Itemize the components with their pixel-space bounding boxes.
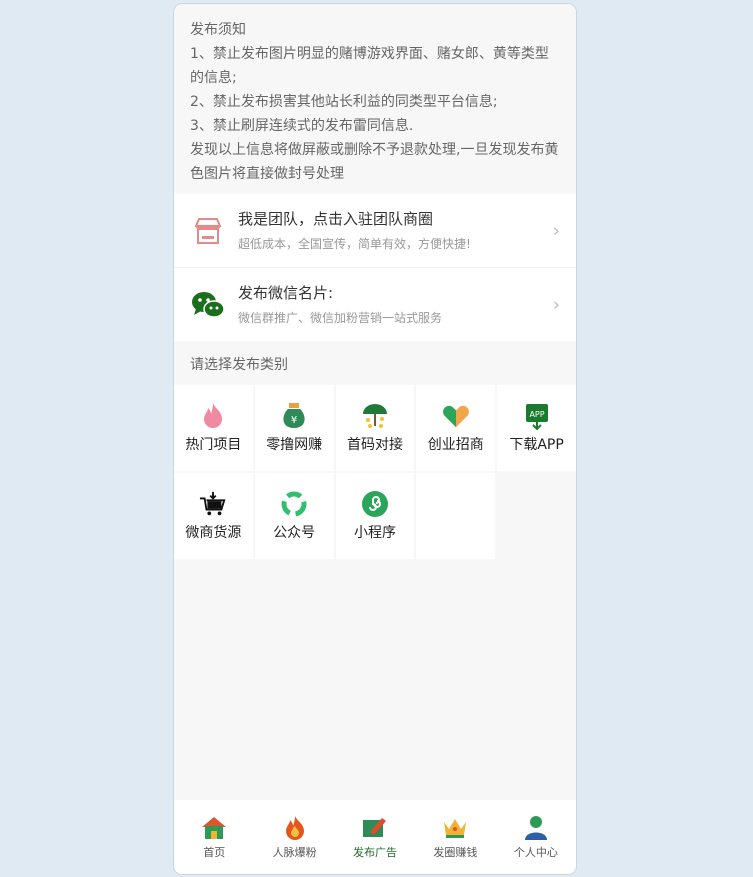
entry-subtitle: 微信群推广、微信加粉营销一站式服务 (238, 310, 443, 325)
svg-text:¥: ¥ (291, 415, 297, 426)
grid-filler (416, 473, 496, 559)
tab-label: 发圈赚钱 (433, 845, 478, 859)
app-screen: 发布须知 1、禁止发布图片明显的赌博游戏界面、赌女郎、黄等类型的信息; 2、禁止… (174, 4, 576, 874)
category-label: 小程序 (353, 525, 396, 541)
category-label: 下载APP (509, 437, 564, 453)
crown-icon (442, 815, 468, 841)
entry-title: 发布微信名片: (238, 283, 334, 302)
grid-empty (497, 473, 576, 559)
category-label: 微商货源 (185, 525, 242, 541)
wechat-card-entry[interactable]: 发布微信名片: 微信群推广、微信加粉营销一站式服务 › (174, 268, 576, 341)
coin-tree-icon (361, 402, 389, 430)
notice-line: 发现以上信息将做屏蔽或删除不予退款处理,一旦发现发布黄色图片将直接做封号处理 (190, 142, 559, 182)
notice-title: 发布须知 (190, 22, 246, 38)
cart-icon (199, 490, 227, 518)
publish-notice: 发布须知 1、禁止发布图片明显的赌博游戏界面、赌女郎、黄等类型的信息; 2、禁止… (174, 4, 576, 194)
entry-subtitle: 超低成本，全国宣传，简单有效，方便快捷! (238, 236, 471, 251)
notice-line: 3、禁止刷屏连续式的发布雷同信息. (190, 118, 414, 134)
mini-program-icon (361, 490, 389, 518)
category-label: 首码对接 (346, 437, 403, 453)
tab-label: 发布广告 (353, 845, 398, 859)
handshake-heart-icon (442, 402, 470, 430)
flame-icon (199, 402, 227, 430)
tab-home[interactable]: 首页 (174, 800, 254, 874)
tab-label: 个人中心 (513, 845, 558, 859)
category-grid: 热门项目 ¥ 零撸网赚 首码对接 创业招商 APP 下载APP 微商货源 公众号… (174, 385, 576, 559)
category-first-code[interactable]: 首码对接 (335, 385, 415, 471)
tab-label: 人脉爆粉 (272, 845, 317, 859)
fire-icon (282, 815, 308, 841)
money-bag-icon: ¥ (280, 402, 308, 430)
category-download-app[interactable]: APP 下载APP (497, 385, 576, 471)
team-entry[interactable]: 我是团队，点击入驻团队商圈 超低成本，全国宣传，简单有效，方便快捷! › (174, 194, 576, 268)
store-icon (190, 213, 226, 249)
home-icon (201, 815, 227, 841)
category-label: 公众号 (273, 525, 316, 541)
app-download-icon: APP (523, 402, 551, 430)
tab-publish-ad[interactable]: 发布广告 (335, 800, 415, 874)
chevron-right-icon: › (552, 294, 560, 315)
svg-text:APP: APP (529, 410, 544, 419)
bottom-tab-bar: 首页 人脉爆粉 发布广告 发圈赚钱 个人中心 (174, 800, 576, 874)
category-mini-program[interactable]: 小程序 (335, 473, 415, 559)
category-wechat-business[interactable]: 微商货源 (174, 473, 253, 559)
category-label: 创业招商 (427, 437, 484, 453)
notice-line: 1、禁止发布图片明显的赌博游戏界面、赌女郎、黄等类型的信息; (190, 46, 549, 86)
tab-share-earn[interactable]: 发圈赚钱 (415, 800, 495, 874)
category-section-title: 请选择发布类别 (190, 357, 288, 373)
category-zero-earn[interactable]: ¥ 零撸网赚 (254, 385, 334, 471)
category-startup[interactable]: 创业招商 (416, 385, 496, 471)
user-icon (523, 815, 549, 841)
publish-icon (362, 815, 388, 841)
chevron-right-icon: › (552, 220, 560, 241)
category-label: 零撸网赚 (266, 437, 323, 453)
entry-title: 我是团队，点击入驻团队商圈 (238, 209, 434, 228)
recycle-icon (280, 490, 308, 518)
entry-list: 我是团队，点击入驻团队商圈 超低成本，全国宣传，简单有效，方便快捷! › 发布微… (174, 194, 576, 341)
notice-line: 2、禁止发布损害其他站长利益的同类型平台信息; (190, 94, 498, 110)
category-official-account[interactable]: 公众号 (254, 473, 334, 559)
tab-label: 首页 (203, 845, 226, 859)
tab-profile[interactable]: 个人中心 (496, 800, 576, 874)
category-hot-projects[interactable]: 热门项目 (174, 385, 253, 471)
category-label: 热门项目 (185, 437, 242, 453)
tab-network[interactable]: 人脉爆粉 (254, 800, 334, 874)
wechat-icon (190, 287, 226, 323)
